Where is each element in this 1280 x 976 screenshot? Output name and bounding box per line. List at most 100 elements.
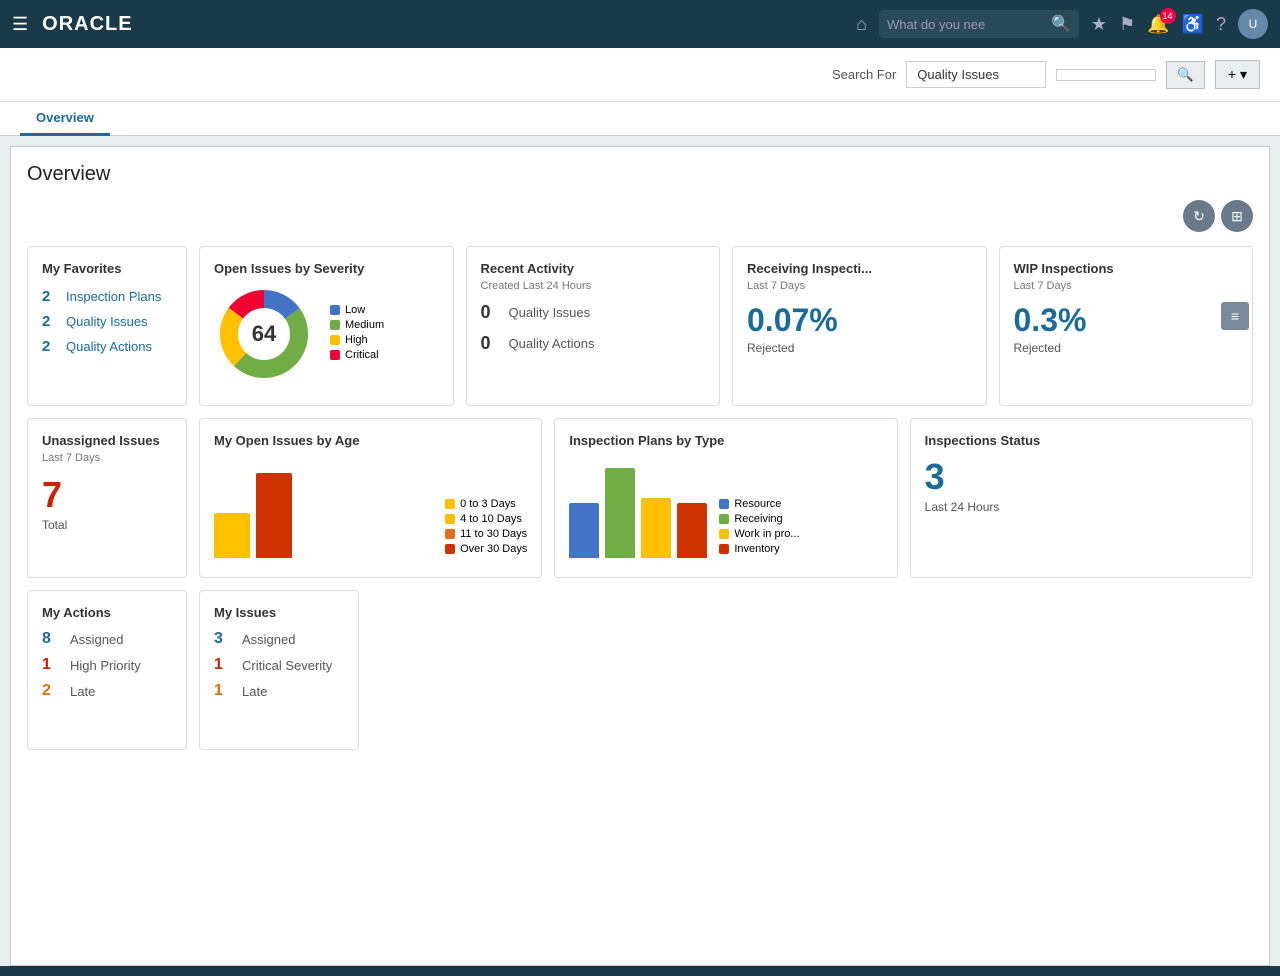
wip-inspections-label: Rejected [1014, 341, 1239, 355]
inspections-status-count: 3 [925, 456, 1238, 498]
legend-low: Low [345, 304, 365, 316]
unassigned-issues-card: Unassigned Issues Last 7 Days 7 Total [27, 418, 187, 578]
receiving-inspection-card: Receiving Inspecti... Last 7 Days 0.07% … [732, 246, 987, 406]
row1: My Favorites 2 Inspection Plans 2 Qualit… [27, 246, 1253, 406]
help-icon[interactable]: ? [1216, 14, 1226, 35]
wip-inspections-title: WIP Inspections [1014, 261, 1239, 276]
legend-medium: Medium [345, 319, 384, 331]
grid-view-button[interactable]: ⊞ [1221, 200, 1253, 232]
open-issues-age-card: My Open Issues by Age 0 to 3 Days 4 to 1… [199, 418, 542, 578]
actions-late-label: Late [70, 684, 95, 699]
quality-issues-count: 2 [42, 313, 58, 330]
tab-overview[interactable]: Overview [20, 102, 110, 136]
menu-lines-icon: ≡ [1231, 308, 1239, 324]
search-area: Search For Quality Issues 🔍 + ▾ [0, 48, 1280, 102]
actions-highpriority-label: High Priority [70, 658, 141, 673]
inspections-status-label: Last 24 Hours [925, 500, 1238, 514]
bar-resource [569, 503, 599, 558]
plans-legend: Resource Receiving Work in pro... Invent… [719, 498, 799, 558]
unassigned-issues-title: Unassigned Issues [42, 433, 172, 448]
row2: Unassigned Issues Last 7 Days 7 Total My… [27, 418, 1253, 578]
issues-late-count: 1 [214, 682, 234, 700]
tab-bar: Overview [0, 102, 1280, 136]
open-issues-title: Open Issues by Severity [214, 261, 439, 276]
inspection-plans-link[interactable]: Inspection Plans [66, 289, 161, 304]
refresh-button[interactable]: ↻ [1183, 200, 1215, 232]
page-area: ≡ Overview ↻ ⊞ My Favorites 2 Inspection… [10, 146, 1270, 966]
my-actions-card: My Actions 8 Assigned 1 High Priority 2 … [27, 590, 187, 750]
list-item[interactable]: 1 Late [214, 682, 344, 700]
favorites-icon[interactable]: ★ [1091, 14, 1107, 35]
main-content: Search For Quality Issues 🔍 + ▾ Overview… [0, 48, 1280, 966]
wip-inspections-card: WIP Inspections Last 7 Days 0.3% Rejecte… [999, 246, 1254, 406]
issues-critical-label: Critical Severity [242, 658, 332, 673]
issues-assigned-label: Assigned [242, 632, 295, 647]
accessibility-icon[interactable]: ♿ [1182, 14, 1204, 35]
inspection-plans-type-card: Inspection Plans by Type Resource Receiv… [554, 418, 897, 578]
list-item[interactable]: 1 High Priority [42, 656, 172, 674]
search-go-icon: 🔍 [1177, 67, 1194, 83]
my-issues-title: My Issues [214, 605, 344, 620]
age-legend: 0 to 3 Days 4 to 10 Days 11 to 30 Days O… [445, 498, 527, 558]
inspections-status-card: Inspections Status 3 Last 24 Hours [910, 418, 1253, 578]
list-item[interactable]: 8 Assigned [42, 630, 172, 648]
actions-late-count: 2 [42, 682, 62, 700]
global-search[interactable]: 🔍 [879, 10, 1079, 38]
list-item: 0 Quality Issues [481, 302, 706, 323]
receiving-inspection-pct: 0.07% [747, 302, 972, 339]
inspection-plans-count: 2 [42, 288, 58, 305]
issues-late-label: Late [242, 684, 267, 699]
search-extra[interactable] [1056, 69, 1156, 81]
my-issues-card: My Issues 3 Assigned 1 Critical Severity… [199, 590, 359, 750]
unassigned-label: Total [42, 518, 172, 532]
list-item[interactable]: 3 Assigned [214, 630, 344, 648]
receiving-inspection-label: Rejected [747, 341, 972, 355]
notifications[interactable]: 🔔 14 [1147, 14, 1169, 35]
my-actions-title: My Actions [42, 605, 172, 620]
hamburger-menu[interactable]: ☰ [12, 14, 28, 35]
list-item: 0 Quality Actions [481, 333, 706, 354]
search-go-button[interactable]: 🔍 [1166, 61, 1205, 89]
list-item[interactable]: 2 Quality Actions [42, 338, 172, 355]
list-item[interactable]: 2 Quality Issues [42, 313, 172, 330]
bar-inventory [677, 503, 707, 558]
issues-critical-count: 1 [214, 656, 234, 674]
open-issues-age-title: My Open Issues by Age [214, 433, 527, 448]
side-menu-button[interactable]: ≡ [1221, 302, 1249, 330]
refresh-icon: ↻ [1193, 208, 1205, 225]
inspections-status-title: Inspections Status [925, 433, 1238, 448]
actions-highpriority-count: 1 [42, 656, 62, 674]
search-icon: 🔍 [1051, 14, 1071, 34]
unassigned-issues-subtitle: Last 7 Days [42, 452, 172, 464]
list-item[interactable]: 2 Inspection Plans [42, 288, 172, 305]
home-icon[interactable]: ⌂ [856, 14, 867, 35]
donut-total: 64 [252, 321, 276, 347]
unassigned-count: 7 [42, 474, 172, 516]
page-toolbar: ↻ ⊞ [27, 200, 1253, 232]
bar-receiving [605, 468, 635, 558]
search-for-label: Search For [832, 67, 896, 82]
wip-inspections-pct: 0.3% [1014, 302, 1239, 339]
search-value[interactable]: Quality Issues [906, 61, 1046, 88]
quality-actions-link[interactable]: Quality Actions [66, 339, 152, 354]
actions-assigned-count: 8 [42, 630, 62, 648]
legend-high: High [345, 334, 368, 346]
top-navigation: ☰ ORACLE ⌂ 🔍 ★ ⚑ 🔔 14 ♿ ? U [0, 0, 1280, 48]
quality-actions-label: Quality Actions [509, 336, 595, 351]
bar-0to3 [214, 513, 250, 558]
list-item[interactable]: 1 Critical Severity [214, 656, 344, 674]
issues-assigned-count: 3 [214, 630, 234, 648]
quality-issues-count: 0 [481, 302, 501, 323]
global-search-input[interactable] [887, 17, 1047, 32]
user-avatar[interactable]: U [1238, 9, 1268, 39]
recent-activity-card: Recent Activity Created Last 24 Hours 0 … [466, 246, 721, 406]
actions-assigned-label: Assigned [70, 632, 123, 647]
inspection-plans-type-title: Inspection Plans by Type [569, 433, 882, 448]
bar-over30 [256, 473, 292, 558]
list-item[interactable]: 2 Late [42, 682, 172, 700]
my-favorites-title: My Favorites [42, 261, 172, 276]
flag-icon[interactable]: ⚑ [1119, 14, 1135, 35]
add-button[interactable]: + ▾ [1215, 60, 1260, 89]
quality-issues-link[interactable]: Quality Issues [66, 314, 148, 329]
legend-critical: Critical [345, 349, 379, 361]
